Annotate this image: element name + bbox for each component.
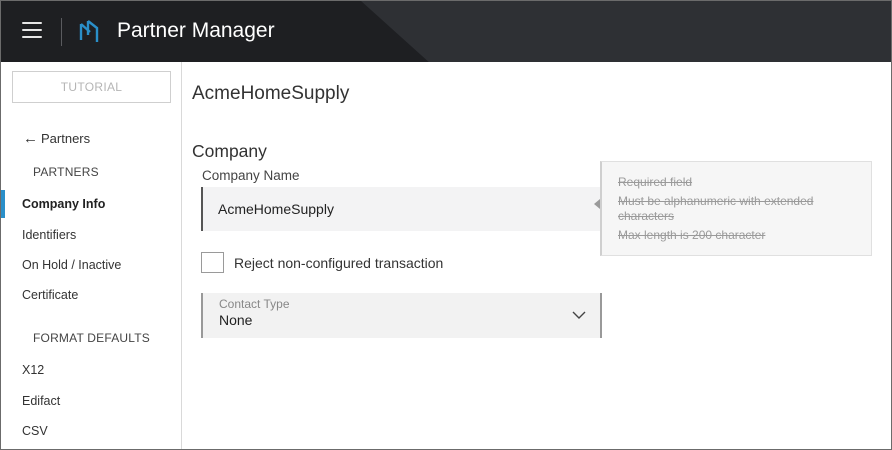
sidebar-item-edifact[interactable]: Edifact bbox=[1, 387, 181, 415]
validation-tooltip: Required field Must be alphanumeric with… bbox=[594, 161, 872, 256]
company-name-label: Company Name bbox=[202, 168, 300, 183]
sidebar-item-certificate[interactable]: Certificate bbox=[1, 281, 181, 309]
sidebar-item-x12[interactable]: X12 bbox=[1, 356, 181, 384]
reject-transaction-label: Reject non-configured transaction bbox=[234, 254, 444, 271]
app-window: Partner Manager TUTORIAL ← Partners PART… bbox=[0, 0, 892, 450]
arrow-left-icon: ← bbox=[23, 130, 38, 147]
validation-rule-required: Required field bbox=[618, 175, 693, 189]
back-to-partners-link[interactable]: ← Partners bbox=[23, 131, 90, 146]
chevron-down-icon bbox=[572, 311, 586, 319]
sidebar-item-company-info[interactable]: Company Info bbox=[1, 190, 181, 218]
sidebar-section-partners: PARTNERS bbox=[33, 165, 99, 179]
sidebar: TUTORIAL ← Partners PARTNERS Company Inf… bbox=[1, 62, 182, 449]
sidebar-item-on-hold-inactive[interactable]: On Hold / Inactive bbox=[1, 251, 181, 279]
company-name-input[interactable]: AcmeHomeSupply bbox=[201, 187, 601, 231]
section-title-company: Company bbox=[192, 141, 267, 161]
page-title: AcmeHomeSupply bbox=[192, 83, 350, 104]
sidebar-section-format-defaults: FORMAT DEFAULTS bbox=[33, 331, 151, 345]
sidebar-item-identifiers[interactable]: Identifiers bbox=[1, 221, 181, 249]
tutorial-button[interactable]: TUTORIAL bbox=[12, 71, 171, 103]
contact-type-label: Contact Type bbox=[219, 297, 290, 311]
header-divider bbox=[61, 18, 62, 46]
sidebar-item-csv[interactable]: CSV bbox=[1, 417, 181, 445]
validation-rule-max-length: Max length is 200 character bbox=[618, 228, 766, 242]
header-decoration bbox=[361, 1, 891, 62]
contact-type-value: None bbox=[219, 312, 253, 328]
back-link-label: Partners bbox=[41, 131, 91, 146]
reject-transaction-option[interactable]: Reject non-configured transaction bbox=[201, 252, 443, 273]
reject-transaction-checkbox[interactable] bbox=[201, 252, 224, 273]
app-title: Partner Manager bbox=[117, 19, 275, 42]
hamburger-menu-icon[interactable] bbox=[22, 22, 42, 42]
top-bar: Partner Manager bbox=[1, 1, 891, 62]
validation-rule-alphanumeric: Must be alphanumeric with extended chara… bbox=[618, 194, 814, 223]
contact-type-select[interactable]: Contact Type None bbox=[201, 293, 602, 338]
partner-manager-logo-icon bbox=[79, 20, 99, 42]
tooltip-caret bbox=[594, 199, 600, 209]
